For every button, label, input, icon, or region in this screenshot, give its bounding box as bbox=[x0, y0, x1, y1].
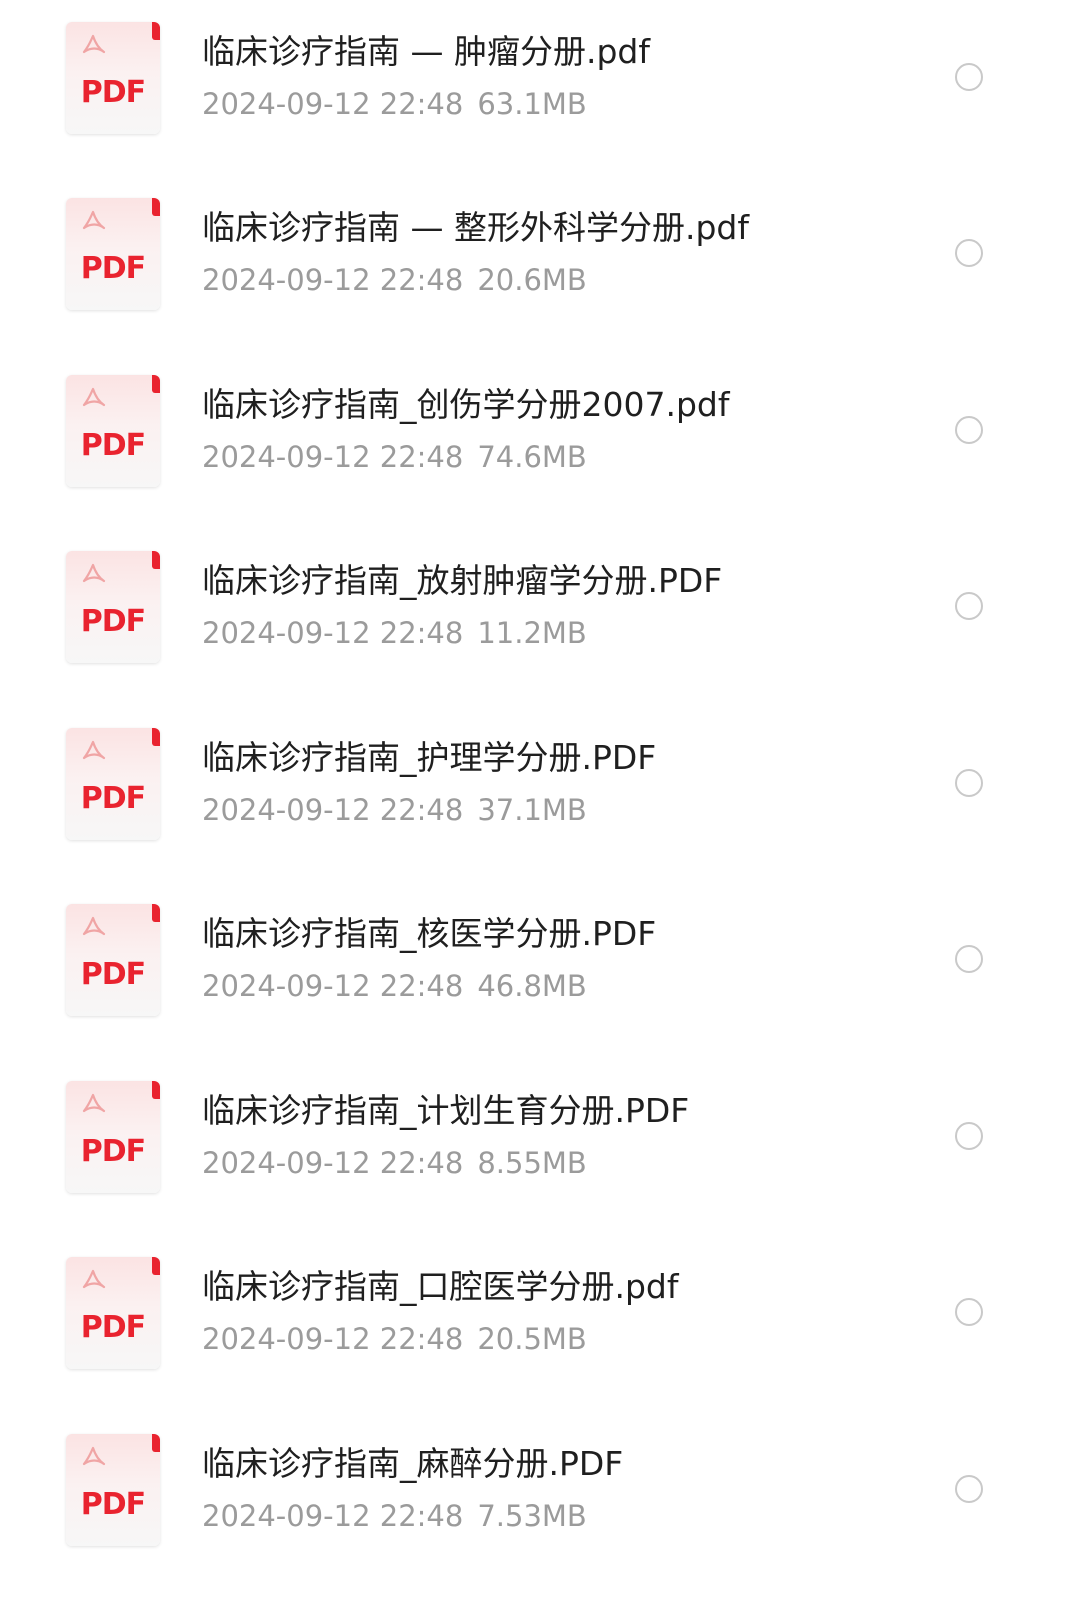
pdf-corner-tab bbox=[152, 22, 160, 40]
pdf-corner-tab bbox=[152, 198, 160, 216]
file-row[interactable]: PDF 临床诊疗指南_麻醉分册.PDF 2024-09-12 22:48 7.53… bbox=[0, 1412, 1080, 1588]
file-row[interactable]: PDF 临床诊疗指南_放射肿瘤学分册.PDF 2024-09-12 22:48 1… bbox=[0, 529, 1080, 705]
file-name: 临床诊疗指南_计划生育分册.PDF bbox=[202, 1091, 690, 1130]
file-name: 临床诊疗指南_创伤学分册2007.pdf bbox=[202, 385, 730, 424]
pdf-label: PDF bbox=[80, 251, 146, 286]
pdf-corner-tab bbox=[152, 728, 160, 746]
file-name: 临床诊疗指南 — 整形外科学分册.pdf bbox=[202, 208, 749, 247]
pdf-corner-tab bbox=[152, 904, 160, 922]
acrobat-icon bbox=[82, 740, 106, 760]
select-radio-button[interactable] bbox=[955, 945, 983, 973]
pdf-label: PDF bbox=[80, 428, 146, 463]
pdf-label: PDF bbox=[80, 957, 146, 992]
pdf-file-icon: PDF bbox=[66, 22, 160, 134]
file-name: 临床诊疗指南_核医学分册.PDF bbox=[202, 914, 657, 953]
file-date: 2024-09-12 22:48 bbox=[202, 1499, 464, 1533]
file-size: 63.1MB bbox=[477, 87, 587, 121]
acrobat-icon bbox=[82, 1093, 106, 1113]
file-list: PDF 临床诊疗指南 — 肿瘤分册.pdf 2024-09-12 22:48 63… bbox=[0, 0, 1080, 1599]
file-date: 2024-09-12 22:48 bbox=[202, 793, 464, 827]
pdf-label: PDF bbox=[80, 1487, 146, 1522]
pdf-file-icon: PDF bbox=[66, 1257, 160, 1369]
file-row[interactable]: PDF 临床诊疗指南_创伤学分册2007.pdf 2024-09-12 22:4… bbox=[0, 353, 1080, 529]
select-radio-button[interactable] bbox=[955, 63, 983, 91]
file-size: 8.55MB bbox=[477, 1146, 587, 1180]
file-name: 临床诊疗指南_口腔医学分册.pdf bbox=[202, 1267, 679, 1306]
pdf-file-icon: PDF bbox=[66, 198, 160, 310]
file-size: 37.1MB bbox=[477, 793, 587, 827]
file-row[interactable]: PDF 临床诊疗指南 — 肿瘤分册.pdf 2024-09-12 22:48 63… bbox=[0, 0, 1080, 176]
pdf-corner-tab bbox=[152, 1081, 160, 1099]
file-row[interactable]: PDF 临床诊疗指南_护理学分册.PDF 2024-09-12 22:48 37.… bbox=[0, 706, 1080, 882]
select-radio-button[interactable] bbox=[955, 769, 983, 797]
file-size: 46.8MB bbox=[477, 969, 587, 1003]
file-meta: 2024-09-12 22:48 20.6MB bbox=[202, 262, 587, 298]
acrobat-icon bbox=[82, 1446, 106, 1466]
select-radio-button[interactable] bbox=[955, 239, 983, 267]
file-size: 74.6MB bbox=[477, 440, 587, 474]
pdf-file-icon: PDF bbox=[66, 904, 160, 1016]
file-meta: 2024-09-12 22:48 46.8MB bbox=[202, 968, 587, 1004]
file-row[interactable]: PDF 临床诊疗指南_口腔医学分册.pdf 2024-09-12 22:48 20… bbox=[0, 1235, 1080, 1411]
file-meta: 2024-09-12 22:48 37.1MB bbox=[202, 792, 587, 828]
file-name: 临床诊疗指南_放射肿瘤学分册.PDF bbox=[202, 561, 723, 600]
acrobat-icon bbox=[82, 210, 106, 230]
file-meta: 2024-09-12 22:48 11.2MB bbox=[202, 615, 587, 651]
file-date: 2024-09-12 22:48 bbox=[202, 87, 464, 121]
file-name: 临床诊疗指南 — 肿瘤分册.pdf bbox=[202, 32, 650, 71]
file-date: 2024-09-12 22:48 bbox=[202, 969, 464, 1003]
pdf-label: PDF bbox=[80, 1310, 146, 1345]
file-date: 2024-09-12 22:48 bbox=[202, 263, 464, 297]
file-size: 7.53MB bbox=[477, 1499, 587, 1533]
pdf-label: PDF bbox=[80, 604, 146, 639]
file-meta: 2024-09-12 22:48 74.6MB bbox=[202, 439, 587, 475]
pdf-file-icon: PDF bbox=[66, 1081, 160, 1193]
pdf-corner-tab bbox=[152, 375, 160, 393]
file-date: 2024-09-12 22:48 bbox=[202, 440, 464, 474]
file-meta: 2024-09-12 22:48 8.55MB bbox=[202, 1145, 587, 1181]
file-size: 20.5MB bbox=[477, 1322, 587, 1356]
pdf-label: PDF bbox=[80, 1134, 146, 1169]
file-meta: 2024-09-12 22:48 20.5MB bbox=[202, 1321, 587, 1357]
select-radio-button[interactable] bbox=[955, 1475, 983, 1503]
file-meta: 2024-09-12 22:48 63.1MB bbox=[202, 86, 587, 122]
file-date: 2024-09-12 22:48 bbox=[202, 1322, 464, 1356]
acrobat-icon bbox=[82, 563, 106, 583]
pdf-file-icon: PDF bbox=[66, 551, 160, 663]
pdf-file-icon: PDF bbox=[66, 728, 160, 840]
file-size: 20.6MB bbox=[477, 263, 587, 297]
select-radio-button[interactable] bbox=[955, 1122, 983, 1150]
file-date: 2024-09-12 22:48 bbox=[202, 616, 464, 650]
file-meta: 2024-09-12 22:48 7.53MB bbox=[202, 1498, 587, 1534]
file-row[interactable]: PDF 临床诊疗指南_计划生育分册.PDF 2024-09-12 22:48 8.… bbox=[0, 1059, 1080, 1235]
file-name: 临床诊疗指南_麻醉分册.PDF bbox=[202, 1444, 624, 1483]
pdf-corner-tab bbox=[152, 1434, 160, 1452]
acrobat-icon bbox=[82, 916, 106, 936]
file-date: 2024-09-12 22:48 bbox=[202, 1146, 464, 1180]
pdf-file-icon: PDF bbox=[66, 1434, 160, 1546]
pdf-label: PDF bbox=[80, 75, 146, 110]
pdf-file-icon: PDF bbox=[66, 375, 160, 487]
file-name: 临床诊疗指南_护理学分册.PDF bbox=[202, 738, 657, 777]
acrobat-icon bbox=[82, 1269, 106, 1289]
acrobat-icon bbox=[82, 34, 106, 54]
pdf-corner-tab bbox=[152, 551, 160, 569]
file-size: 11.2MB bbox=[477, 616, 587, 650]
pdf-corner-tab bbox=[152, 1257, 160, 1275]
select-radio-button[interactable] bbox=[955, 1298, 983, 1326]
select-radio-button[interactable] bbox=[955, 592, 983, 620]
file-row[interactable]: PDF 临床诊疗指南 — 整形外科学分册.pdf 2024-09-12 22:4… bbox=[0, 176, 1080, 352]
select-radio-button[interactable] bbox=[955, 416, 983, 444]
pdf-label: PDF bbox=[80, 781, 146, 816]
acrobat-icon bbox=[82, 387, 106, 407]
file-row[interactable]: PDF 临床诊疗指南_核医学分册.PDF 2024-09-12 22:48 46.… bbox=[0, 882, 1080, 1058]
